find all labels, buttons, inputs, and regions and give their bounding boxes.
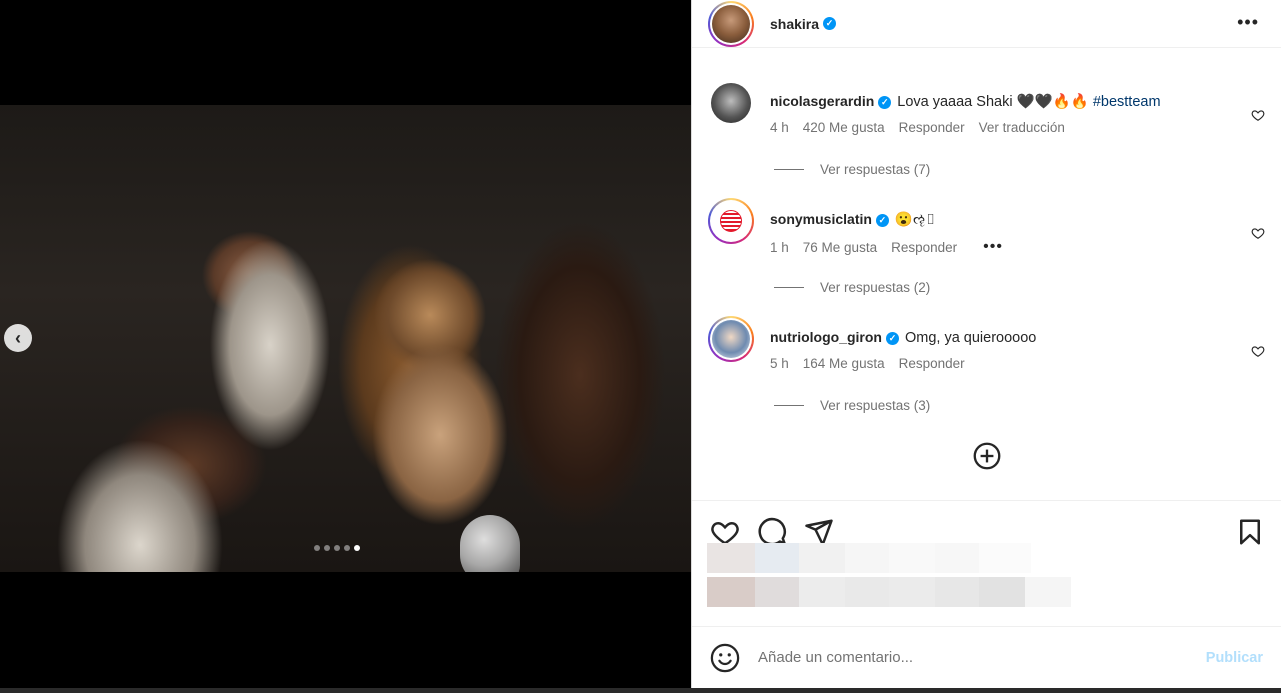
comment-input[interactable] — [758, 649, 1206, 666]
blurred-caption — [707, 577, 1071, 607]
view-replies-button[interactable]: Ver respuestas (7) — [774, 162, 930, 177]
translate-button[interactable]: Ver traducción — [979, 120, 1065, 135]
comment-options-icon[interactable]: ••• — [983, 238, 1003, 256]
emoji-icon[interactable] — [710, 643, 740, 673]
comment-item: sonymusiclatin ✓ 😮ૡ▯ 1 h 76 Me gusta Respo… — [708, 198, 1265, 256]
comment-time[interactable]: 5 h — [770, 356, 789, 371]
commenter-username[interactable]: sonymusiclatin — [770, 211, 872, 227]
carousel-dot — [344, 545, 350, 551]
verified-badge-icon: ✓ — [875, 213, 889, 227]
commenter-avatar[interactable] — [708, 198, 754, 244]
carousel-indicator — [314, 545, 360, 551]
comment-likes[interactable]: 76 Me gusta — [803, 240, 877, 255]
verified-badge-icon: ✓ — [878, 95, 892, 109]
verified-badge-icon: ✓ — [823, 17, 837, 30]
view-replies-label: Ver respuestas (3) — [820, 398, 931, 413]
reply-button[interactable]: Responder — [891, 240, 957, 255]
commenter-avatar[interactable] — [708, 316, 754, 362]
hashtag-link[interactable]: #bestteam — [1093, 94, 1161, 110]
photo-detail — [460, 515, 520, 572]
comment-likes[interactable]: 164 Me gusta — [803, 356, 885, 371]
action-bar — [692, 500, 1281, 626]
comment-text: Lova yaaaa Shaki 🖤🖤🔥🔥 — [897, 94, 1089, 110]
comment-text: 😮ૡ▯ — [894, 212, 937, 228]
commenter-username[interactable]: nicolasgerardin — [770, 93, 874, 109]
author-username[interactable]: shakira — [770, 16, 819, 32]
view-replies-button[interactable]: Ver respuestas (2) — [774, 280, 930, 295]
post-header: shakira ✓ ••• — [692, 0, 1281, 48]
comment-likes[interactable]: 420 Me gusta — [803, 120, 885, 135]
previous-slide-button[interactable]: ‹ — [4, 324, 32, 352]
heart-icon[interactable] — [1251, 344, 1265, 358]
comment-time[interactable]: 1 h — [770, 240, 789, 255]
chevron-left-icon: ‹ — [15, 327, 21, 348]
post-side-panel: shakira ✓ ••• nicolasgerardin ✓ Lova yaaaa… — [691, 0, 1281, 693]
publish-button[interactable]: Publicar — [1206, 650, 1263, 666]
view-replies-label: Ver respuestas (7) — [820, 162, 931, 177]
commenter-username[interactable]: nutriologo_giron — [770, 329, 882, 345]
carousel-dot — [314, 545, 320, 551]
comments-list: nicolasgerardin ✓ Lova yaaaa Shaki 🖤🖤🔥🔥 #b… — [692, 58, 1281, 500]
carousel-dot-active — [354, 545, 360, 551]
comment-item: nutriologo_giron ✓ Omg, ya quierooooo 5 h … — [708, 316, 1265, 371]
heart-icon[interactable] — [1251, 226, 1265, 240]
reply-button[interactable]: Responder — [899, 356, 965, 371]
taskbar-edge — [0, 688, 1281, 693]
post-photo[interactable] — [0, 105, 691, 572]
commenter-avatar[interactable] — [708, 80, 754, 126]
carousel-dot — [324, 545, 330, 551]
blurred-likes-summary — [707, 543, 1031, 573]
load-more-comments-icon[interactable] — [973, 442, 1001, 470]
media-pane: ‹ — [0, 0, 691, 693]
comment-composer: Publicar — [692, 626, 1281, 688]
bookmark-icon[interactable] — [1235, 517, 1265, 547]
view-replies-label: Ver respuestas (2) — [820, 280, 931, 295]
view-replies-button[interactable]: Ver respuestas (3) — [774, 398, 930, 413]
verified-badge-icon: ✓ — [885, 331, 899, 345]
more-options-icon[interactable]: ••• — [1237, 12, 1259, 33]
heart-icon[interactable] — [1251, 108, 1265, 122]
carousel-dot — [334, 545, 340, 551]
comment-time[interactable]: 4 h — [770, 120, 789, 135]
author-avatar[interactable] — [708, 0, 754, 47]
reply-button[interactable]: Responder — [899, 120, 965, 135]
comment-item: nicolasgerardin ✓ Lova yaaaa Shaki 🖤🖤🔥🔥 #b… — [708, 80, 1265, 135]
comment-text: Omg, ya quierooooo — [904, 330, 1037, 346]
